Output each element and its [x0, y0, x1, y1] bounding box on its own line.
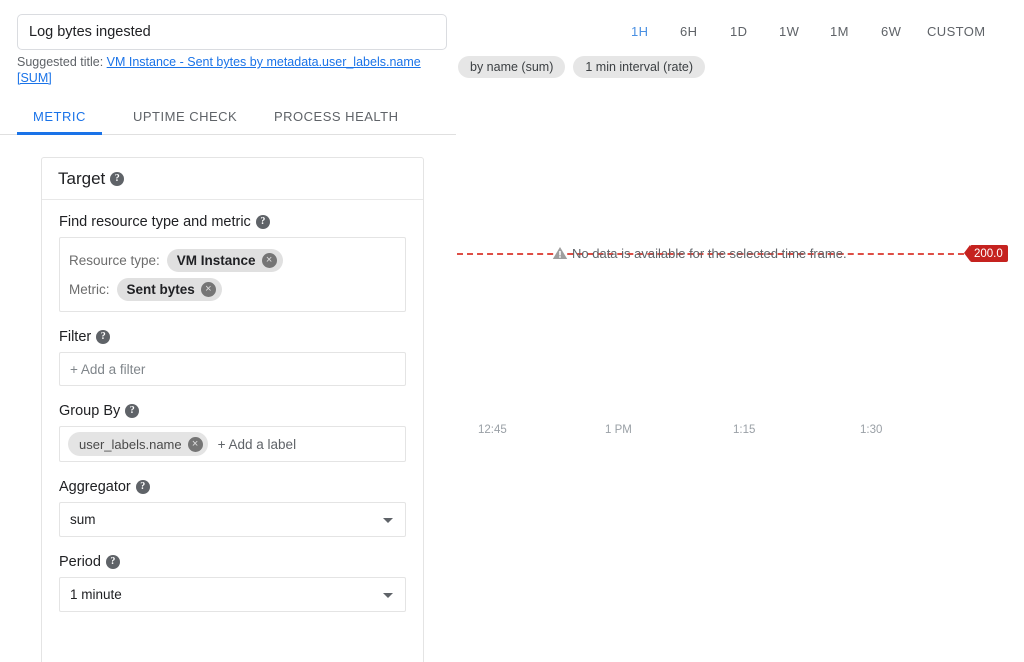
time-range-1w[interactable]: 1W [779, 18, 799, 44]
resource-type-key: Resource type: [69, 252, 160, 268]
add-label-button[interactable]: + Add a label [218, 437, 296, 452]
find-resource-label: Find resource type and metric [59, 214, 251, 230]
chevron-down-icon-aggregator[interactable] [383, 517, 393, 523]
threshold-value-badge[interactable]: 200.0 [964, 245, 1008, 262]
remove-icon-resource-type[interactable]: × [261, 252, 277, 268]
time-range-1m-label: 1M [830, 23, 849, 39]
time-range-custom-label: CUSTOM [927, 23, 986, 39]
x-tick-label: 1:30 [860, 424, 883, 436]
help-icon-period[interactable]: ? [105, 555, 120, 569]
filter-label: Filter [59, 329, 92, 345]
time-range-6h[interactable]: 6H [680, 18, 697, 44]
target-card: Target ? Find resource type and metric ?… [41, 157, 424, 662]
warning-triangle-icon [552, 247, 568, 259]
time-range-6w[interactable]: 6W [881, 18, 901, 44]
period-value: 1 minute [70, 587, 122, 602]
group-by-label-row: Group By ? [59, 403, 406, 419]
metric-chip-label: Sent bytes [126, 281, 195, 297]
time-range-1h-label: 1H [631, 23, 649, 39]
time-range-1m[interactable]: 1M [830, 18, 849, 44]
chart-aggregation-chips: by name (sum) 1 min interval (rate) [458, 56, 706, 78]
period-label: Period [59, 554, 101, 570]
help-icon-filter[interactable]: ? [96, 330, 111, 344]
chart-empty-message: No data is available for the selected ti… [572, 245, 847, 261]
metric-row: Metric: Sent bytes × [69, 276, 396, 302]
chart-empty-state: No data is available for the selected ti… [552, 243, 847, 263]
remove-icon-group-by[interactable]: × [187, 436, 203, 452]
time-range-1d-label: 1D [730, 23, 748, 39]
help-icon-target[interactable]: ? [110, 171, 125, 186]
find-resource-box: Resource type: VM Instance × Metric: Sen… [59, 237, 406, 312]
find-resource-label-row: Find resource type and metric ? [59, 214, 406, 230]
chevron-down-icon-period[interactable] [383, 592, 393, 598]
x-tick-label: 1 PM [605, 424, 632, 436]
period-select[interactable]: 1 minute [59, 577, 406, 612]
period-label-row: Period ? [59, 554, 406, 570]
group-by-chip[interactable]: user_labels.name × [68, 432, 208, 456]
metric-chip[interactable]: Sent bytes × [116, 277, 222, 301]
target-card-body: Find resource type and metric ? Resource… [42, 200, 423, 632]
chip-interval-rate[interactable]: 1 min interval (rate) [573, 56, 706, 78]
resource-type-chip[interactable]: VM Instance × [166, 248, 283, 272]
group-by-box: user_labels.name × + Add a label [59, 426, 406, 462]
editor-left-pane: Suggested title: VM Instance - Sent byte… [0, 0, 456, 662]
threshold-value-label: 200.0 [974, 247, 1003, 260]
time-range-1d[interactable]: 1D [730, 18, 747, 44]
resource-type-row: Resource type: VM Instance × [69, 247, 396, 273]
resource-type-chip-label: VM Instance [176, 252, 256, 268]
x-tick-label: 1:15 [733, 424, 756, 436]
aggregator-value: sum [70, 512, 96, 527]
metric-key: Metric: [69, 281, 110, 297]
filter-label-row: Filter ? [59, 329, 406, 345]
suggested-title-prefix: Suggested title: [17, 55, 104, 69]
aggregator-label-row: Aggregator ? [59, 479, 406, 495]
time-range-6h-label: 6H [680, 23, 698, 39]
tab-uptime-check-label: UPTIME CHECK [133, 109, 238, 124]
chart-x-axis: 12:45 1 PM 1:15 1:30 [456, 424, 1024, 444]
group-by-label: Group By [59, 403, 121, 419]
add-filter-label: + Add a filter [70, 361, 146, 377]
target-card-title: Target [58, 168, 106, 188]
time-range-selector: 1H 6H 1D 1W 1M 6W CUSTOM [456, 18, 1024, 44]
help-icon-aggregator[interactable]: ? [135, 480, 150, 494]
chart-plot-area: No data is available for the selected ti… [456, 90, 1024, 450]
time-range-6w-label: 6W [881, 23, 902, 39]
group-by-chip-label: user_labels.name [79, 436, 182, 452]
chart-title-input[interactable] [17, 14, 447, 50]
time-range-1w-label: 1W [779, 23, 800, 39]
x-tick-label: 12:45 [478, 424, 507, 436]
suggested-title-row: Suggested title: VM Instance - Sent byte… [17, 54, 449, 86]
tab-process-health-label: PROCESS HEALTH [274, 109, 399, 124]
add-filter-button[interactable]: + Add a filter [59, 352, 406, 386]
tab-metric[interactable]: METRIC [17, 98, 102, 135]
metric-chart-editor: Suggested title: VM Instance - Sent byte… [0, 0, 1024, 662]
tab-process-health[interactable]: PROCESS HEALTH [258, 98, 415, 135]
remove-icon-metric[interactable]: × [200, 281, 216, 297]
tab-metric-label: METRIC [33, 109, 86, 124]
target-card-header: Target ? [42, 158, 423, 200]
help-icon-group-by[interactable]: ? [125, 404, 140, 418]
tab-uptime-check[interactable]: UPTIME CHECK [117, 98, 253, 135]
aggregator-label: Aggregator [59, 479, 131, 495]
chart-preview-pane: 1H 6H 1D 1W 1M 6W CUSTOM by name (sum) 1… [456, 0, 1024, 662]
editor-tabbar: METRIC UPTIME CHECK PROCESS HEALTH [0, 98, 456, 135]
aggregator-select[interactable]: sum [59, 502, 406, 537]
time-range-1h[interactable]: 1H [631, 18, 648, 44]
chip-group-by-name[interactable]: by name (sum) [458, 56, 566, 78]
time-range-custom[interactable]: CUSTOM [927, 18, 986, 44]
help-icon-find-resource[interactable]: ? [255, 215, 270, 229]
